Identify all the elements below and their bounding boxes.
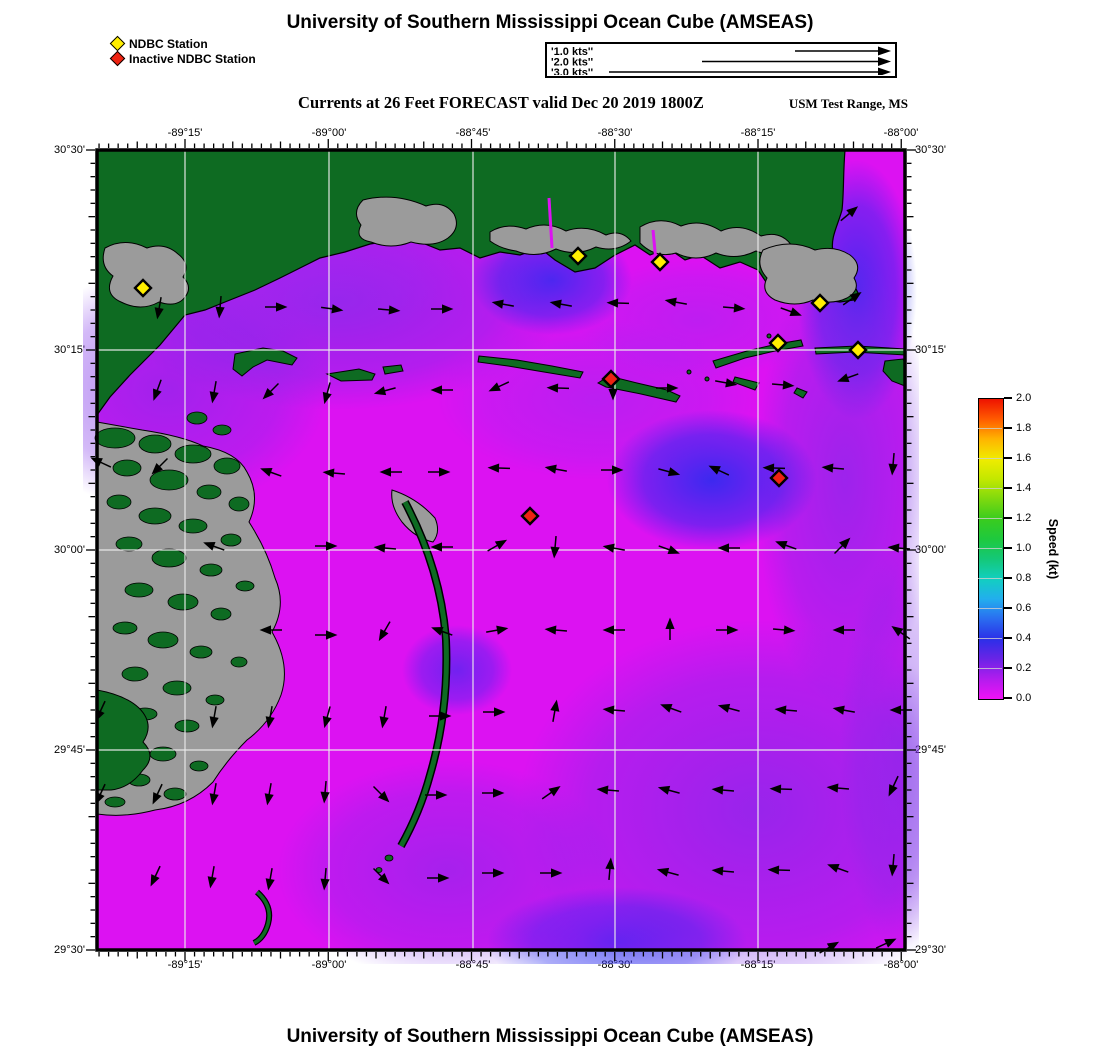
colorbar-separator: [978, 487, 1002, 489]
footer-title: University of Southern Mississippi Ocean…: [286, 1026, 814, 1047]
colorbar-tick: [1004, 667, 1012, 669]
legend-item-inactive-station: Inactive NDBC Station: [109, 50, 256, 67]
latitude-tick-label: 29°45': [54, 744, 85, 756]
colorbar-tick-label: 0.0: [1016, 691, 1032, 704]
latitude-tick-label: 29°30': [915, 944, 946, 956]
latitude-tick-label: 30°30': [915, 144, 946, 156]
colorbar-tick-label: 1.4: [1016, 481, 1032, 494]
colorbar-tick: [1004, 577, 1012, 579]
legend-label-inactive: Inactive NDBC Station: [129, 51, 256, 66]
colorbar-title: Speed (kt): [1046, 518, 1060, 580]
colorbar-tick: [1004, 457, 1012, 459]
inactive-ndbc-station-diamond-icon: [109, 50, 126, 67]
colorbar-tick: [1004, 517, 1012, 519]
latitude-tick-label: 30°15': [915, 344, 946, 356]
forecast-page: University of Southern Mississippi Ocean…: [0, 0, 1100, 1050]
colorbar-separator: [978, 577, 1002, 579]
colorbar-tick-label: 1.6: [1016, 451, 1032, 464]
vector-scale-arrows: '1.0 kts'''2.0 kts'''3.0 kts'': [551, 46, 891, 75]
colorbar-tick: [1004, 697, 1012, 699]
colorbar-tick: [1004, 607, 1012, 609]
colorbar-separator: [978, 457, 1002, 459]
region-label: USM Test Range, MS: [788, 96, 908, 111]
latitude-tick-label: 30°15': [54, 344, 85, 356]
legend-label-active: NDBC Station: [129, 36, 208, 51]
colorbar-tick: [1004, 637, 1012, 639]
latitude-tick-label: 29°45': [915, 744, 946, 756]
latitude-tick-label: 30°00': [54, 544, 85, 556]
colorbar-separator: [978, 607, 1002, 609]
colorbar-tick-label: 0.6: [1016, 601, 1032, 614]
colorbar-tick: [1004, 397, 1012, 399]
ndbc-station-diamond-icon: [109, 35, 126, 52]
colorbar-tick-label: 1.8: [1016, 421, 1032, 434]
forecast-map: [83, 139, 919, 964]
colorbar: [978, 398, 1004, 700]
page-title: University of Southern Mississippi Ocean…: [286, 12, 814, 33]
colorbar-tick: [1004, 427, 1012, 429]
colorbar-tick-label: 1.0: [1016, 541, 1032, 554]
colorbar-tick-label: 1.2: [1016, 511, 1032, 524]
colorbar-tick-label: 0.8: [1016, 571, 1032, 584]
colorbar-tick: [1004, 487, 1012, 489]
latitude-tick-label: 29°30': [54, 944, 85, 956]
latitude-tick-label: 30°30': [54, 144, 85, 156]
scale-row-label: '3.0 kts'': [551, 67, 593, 75]
colorbar-tick-label: 0.2: [1016, 661, 1032, 674]
colorbar-separator: [978, 547, 1002, 549]
colorbar-separator: [978, 517, 1002, 519]
colorbar-tick-label: 0.4: [1016, 631, 1032, 644]
latitude-tick-label: 30°00': [915, 544, 946, 556]
station-legend: NDBC Station Inactive NDBC Station: [109, 35, 256, 67]
vector-scale-box: '1.0 kts'' '2.0 kts'' '3.0 kts'': [545, 42, 897, 78]
colorbar-separator: [978, 637, 1002, 639]
legend-item-active-station: NDBC Station: [109, 35, 256, 52]
colorbar-separator: [978, 427, 1002, 429]
colorbar-tick-label: 2.0: [1016, 391, 1032, 404]
colorbar-tick: [1004, 547, 1012, 549]
colorbar-separator: [978, 667, 1002, 669]
